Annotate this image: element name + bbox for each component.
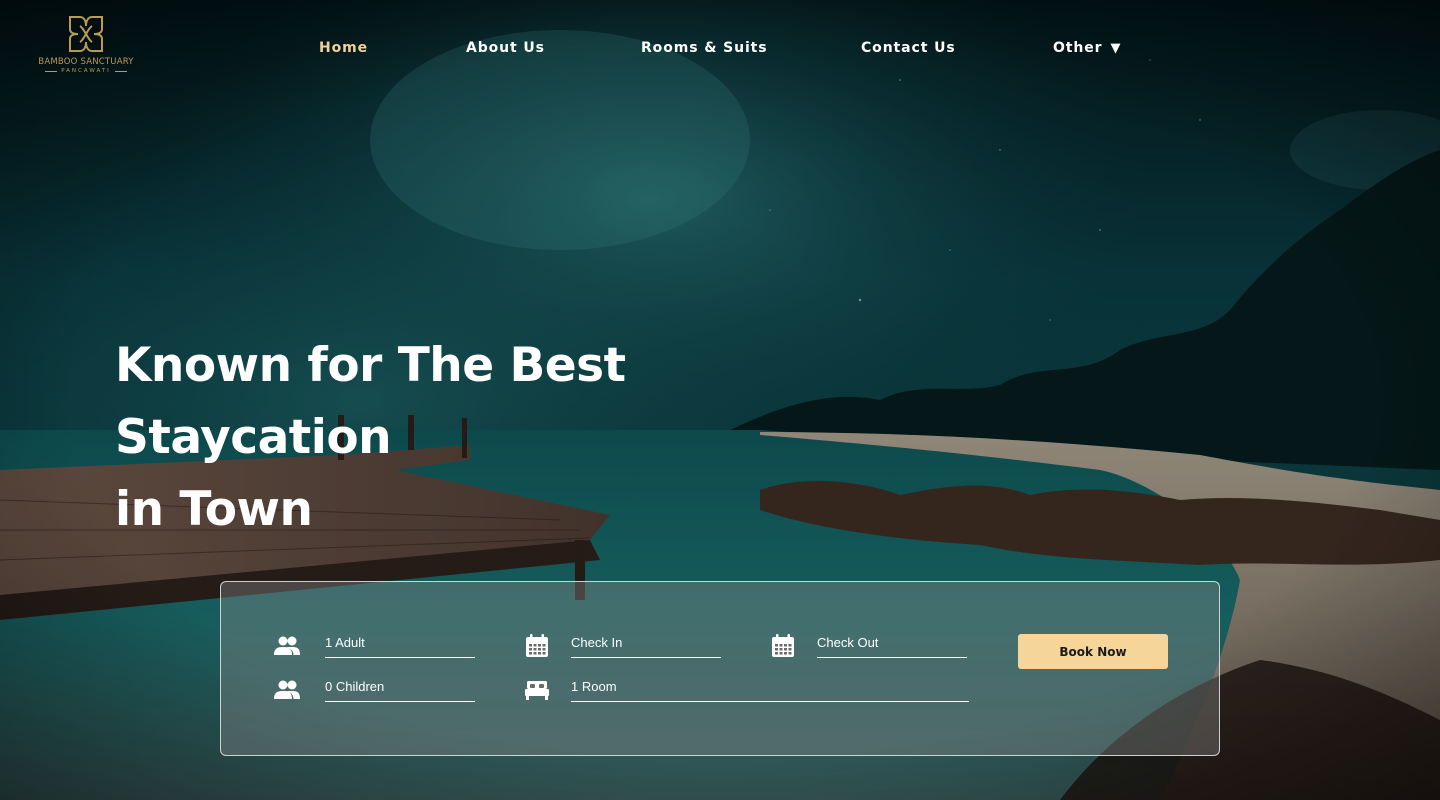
people-icon bbox=[274, 636, 300, 655]
book-now-button[interactable]: Book Now bbox=[1018, 634, 1168, 669]
brand-name: BAMBOO SANCTUARY bbox=[38, 57, 134, 67]
check-in-input[interactable]: Check In bbox=[571, 634, 721, 658]
bed-icon bbox=[525, 681, 549, 700]
adults-input[interactable]: 1 Adult bbox=[325, 634, 475, 658]
booking-form: 1 Adult 0 Children Check In 1 Room Check… bbox=[220, 581, 1220, 756]
caret-down-icon: ▼ bbox=[1110, 41, 1122, 56]
nav-item-contact-us[interactable]: Contact Us bbox=[861, 40, 956, 56]
hero-title-line-1: Known for The Best Staycation bbox=[115, 338, 626, 465]
calendar-icon bbox=[526, 634, 548, 657]
nav-item-about-us[interactable]: About Us bbox=[466, 40, 545, 56]
children-input[interactable]: 0 Children bbox=[325, 678, 475, 702]
check-out-input[interactable]: Check Out bbox=[817, 634, 967, 658]
hero-title-line-2: in Town bbox=[115, 482, 313, 537]
hero-title: Known for The Best Staycation in Town bbox=[115, 330, 915, 546]
rooms-input[interactable]: 1 Room bbox=[571, 678, 969, 702]
calendar-icon bbox=[772, 634, 794, 657]
main-navigation: Home About Us Rooms & Suits Contact Us O… bbox=[0, 40, 1440, 58]
nav-item-other[interactable]: Other ▼ bbox=[1053, 40, 1121, 56]
nav-item-rooms-suits[interactable]: Rooms & Suits bbox=[641, 40, 767, 56]
people-icon bbox=[274, 680, 300, 699]
nav-item-other-label: Other bbox=[1053, 40, 1103, 56]
brand-subtitle: PANCAWATI bbox=[45, 68, 127, 74]
nav-item-home[interactable]: Home bbox=[319, 40, 368, 56]
